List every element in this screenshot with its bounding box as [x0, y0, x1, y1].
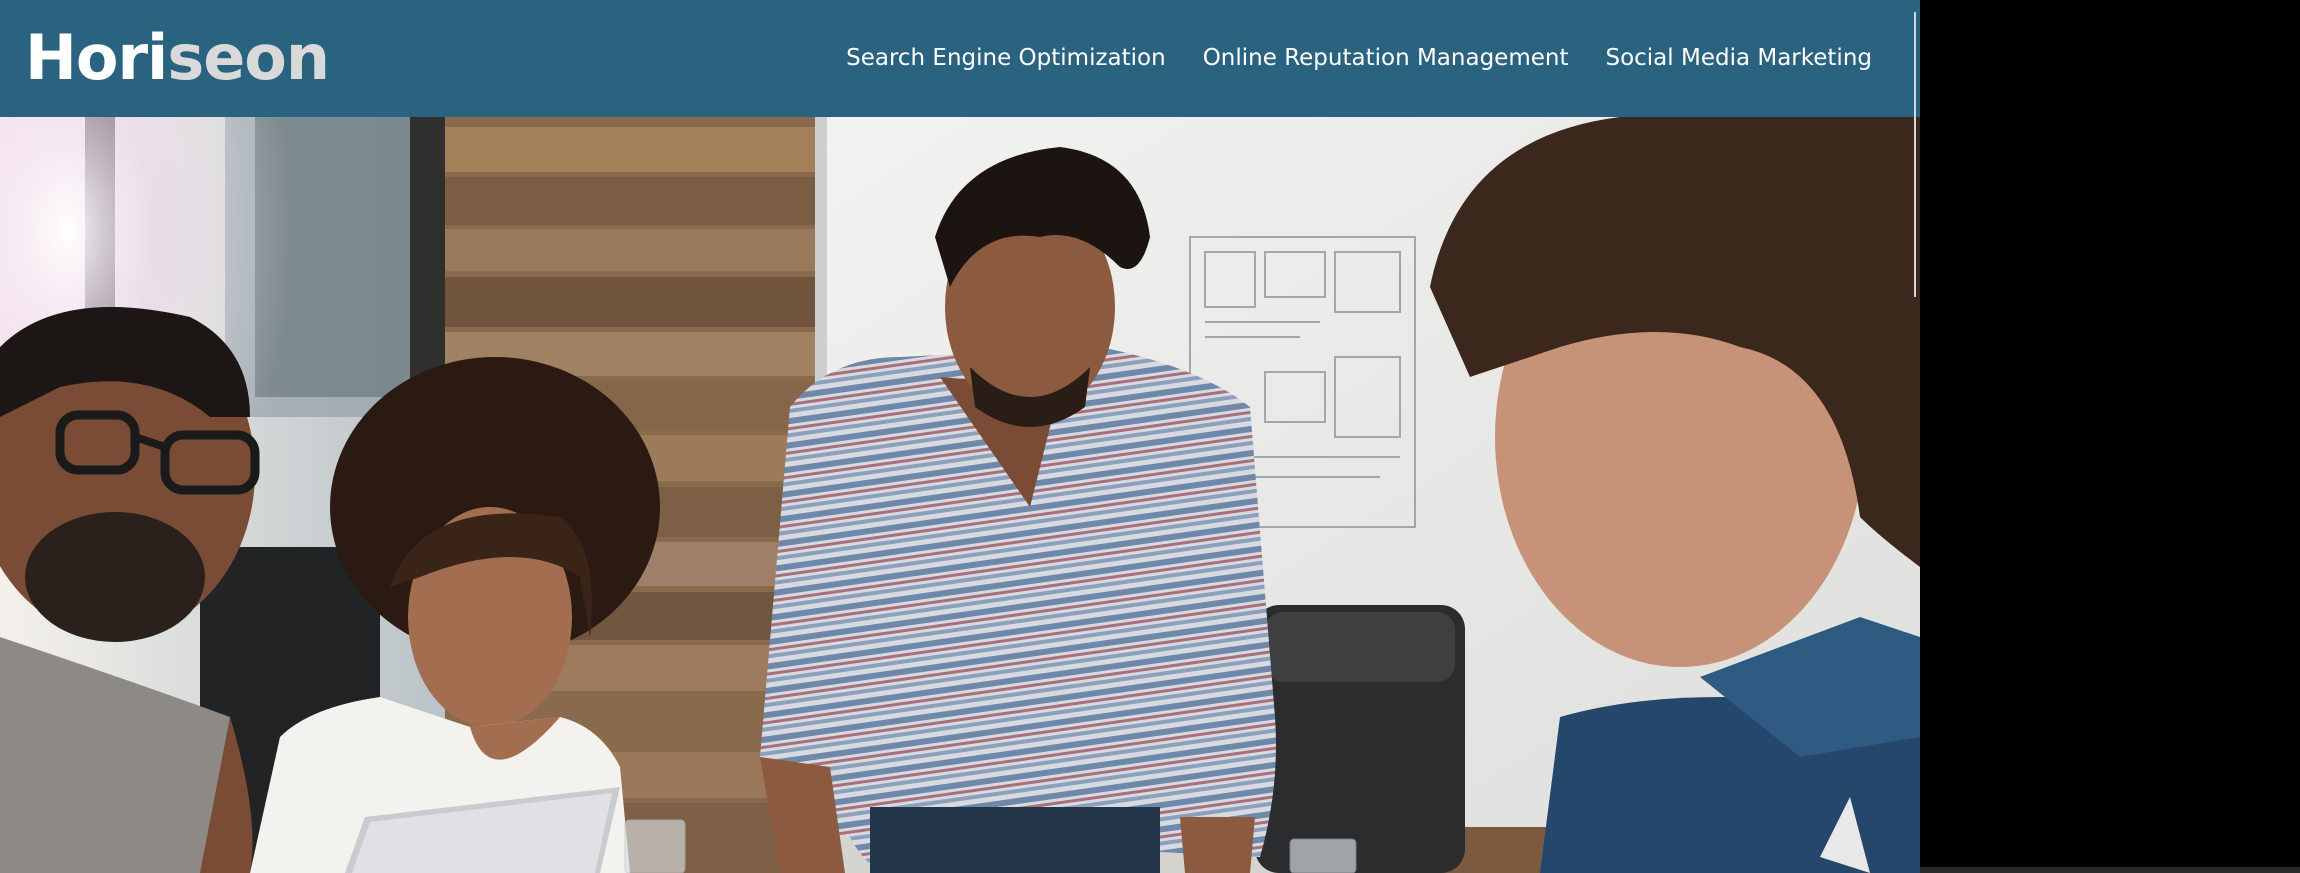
horizontal-scrollbar-track[interactable]: [1920, 867, 2300, 873]
webpage: Horiseon Search Engine Optimization Onli…: [0, 0, 1920, 873]
logo-text-secondary: seon: [167, 21, 330, 94]
hero-image: [0, 117, 1920, 873]
team-meeting-photo: [0, 117, 1920, 873]
scrollbar-edge[interactable]: [1914, 12, 1916, 297]
site-header: Horiseon Search Engine Optimization Onli…: [0, 0, 1920, 117]
nav-link-social-media[interactable]: Social Media Marketing: [1605, 40, 1872, 76]
nav-link-seo[interactable]: Search Engine Optimization: [846, 40, 1166, 76]
main-navigation: Search Engine Optimization Online Reputa…: [846, 40, 1872, 76]
viewport-overflow-area: [1920, 0, 2300, 873]
logo-text-primary: Hori: [25, 21, 168, 94]
nav-link-reputation[interactable]: Online Reputation Management: [1203, 40, 1569, 76]
site-logo[interactable]: Horiseon: [25, 18, 330, 98]
